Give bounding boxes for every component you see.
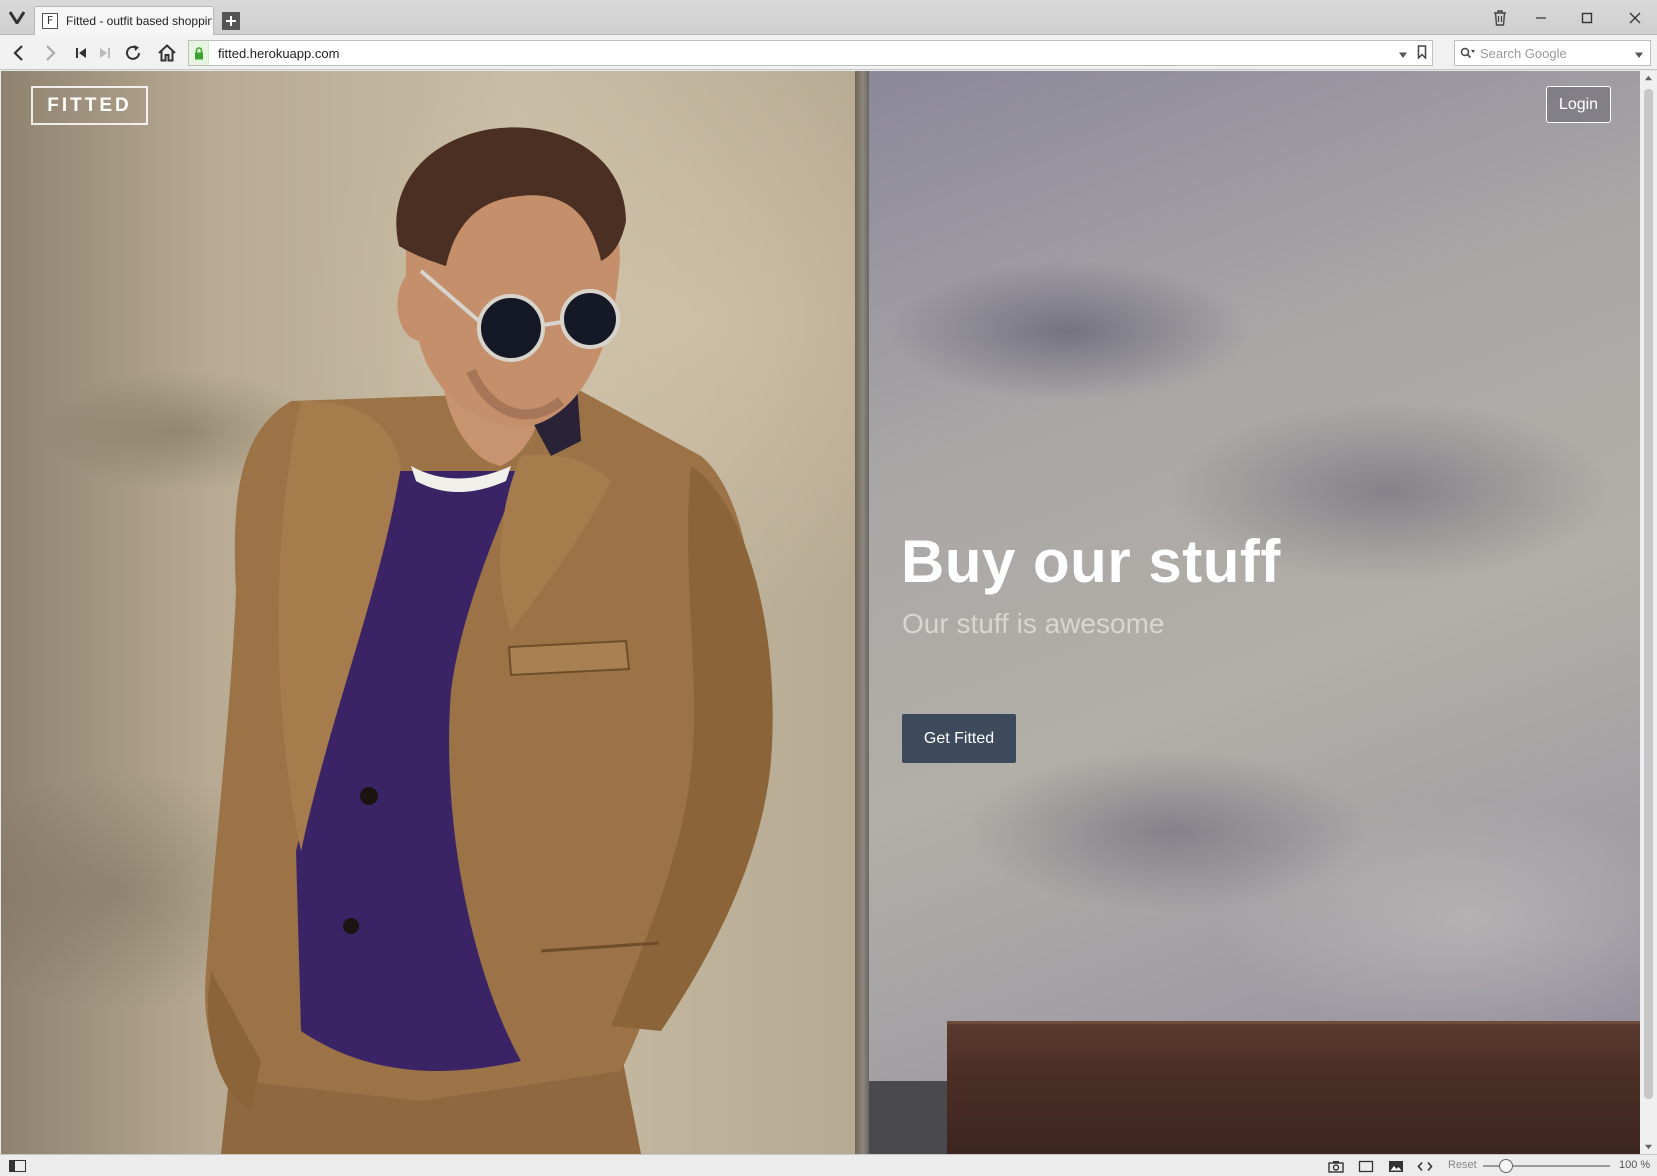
url-field[interactable]: fitted.herokuapp.com — [188, 40, 1433, 66]
favicon: F — [42, 13, 58, 29]
minimize-icon[interactable] — [1530, 8, 1552, 28]
scroll-thumb[interactable] — [1644, 89, 1653, 1099]
title-bar: F Fitted - outfit based shoppin — [0, 0, 1657, 35]
address-bar: fitted.herokuapp.com Search Google — [0, 35, 1657, 70]
zoom-slider-knob[interactable] — [1499, 1159, 1513, 1173]
search-field[interactable]: Search Google — [1454, 40, 1651, 66]
login-button[interactable]: Login — [1546, 86, 1611, 123]
get-fitted-button[interactable]: Get Fitted — [902, 714, 1016, 763]
wooden-bench — [947, 1021, 1640, 1154]
panel-toggle-icon[interactable] — [9, 1160, 26, 1172]
page-viewport: FITTED Login Buy our stuff Our stuff is … — [1, 71, 1640, 1154]
search-icon — [1460, 47, 1476, 59]
search-engine-dropdown-icon[interactable] — [1634, 47, 1644, 65]
new-tab-icon[interactable] — [222, 12, 240, 30]
zoom-reset-label[interactable]: Reset — [1448, 1159, 1477, 1171]
logo-text: FITTED — [47, 94, 132, 116]
reload-icon[interactable] — [122, 42, 144, 64]
rewind-icon[interactable] — [70, 42, 92, 64]
scroll-up-icon[interactable] — [1644, 74, 1653, 83]
tab-title: Fitted - outfit based shoppin — [66, 14, 212, 28]
camera-icon[interactable] — [1327, 1158, 1345, 1174]
hero-subtitle: Our stuff is awesome — [902, 608, 1165, 639]
trash-icon[interactable] — [1489, 8, 1511, 28]
close-icon[interactable] — [1624, 8, 1646, 28]
bench-leg — [869, 1081, 949, 1154]
search-placeholder: Search Google — [1480, 45, 1567, 61]
zoom-level: 100 % — [1619, 1159, 1651, 1171]
status-bar: Reset 100 % — [0, 1154, 1657, 1176]
image-icon[interactable] — [1387, 1158, 1405, 1174]
scroll-down-icon[interactable] — [1644, 1142, 1653, 1151]
hero-title: Buy our stuff — [901, 528, 1281, 595]
code-icon[interactable] — [1416, 1158, 1434, 1174]
url-text: fitted.herokuapp.com — [218, 45, 340, 61]
lock-icon — [189, 41, 209, 65]
maximize-icon[interactable] — [1576, 8, 1598, 28]
back-icon[interactable] — [8, 42, 30, 64]
page-scrollbar[interactable] — [1640, 71, 1657, 1154]
home-icon[interactable] — [156, 42, 178, 64]
vivaldi-logo-icon[interactable] — [6, 6, 28, 28]
bookmark-icon[interactable] — [1417, 45, 1427, 64]
hero-model-photo — [205, 127, 773, 1154]
window-icon[interactable] — [1357, 1158, 1375, 1174]
browser-tab[interactable]: F Fitted - outfit based shoppin — [34, 6, 214, 35]
fast-forward-icon[interactable] — [94, 42, 116, 64]
dropdown-icon[interactable] — [1398, 47, 1408, 65]
forward-icon[interactable] — [39, 42, 61, 64]
site-logo[interactable]: FITTED — [31, 86, 148, 125]
